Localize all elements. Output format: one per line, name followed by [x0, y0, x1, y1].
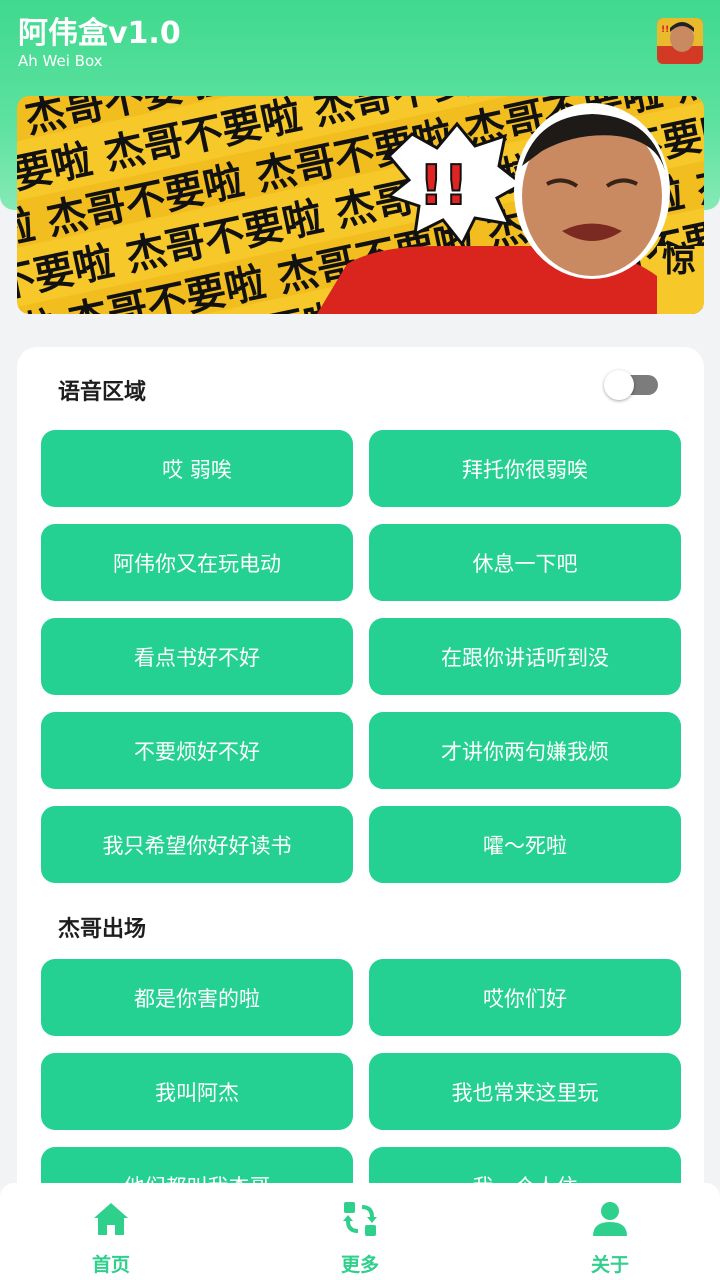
- nav-label: 更多: [340, 1254, 379, 1276]
- voice-button[interactable]: 哎你们好: [369, 959, 681, 1036]
- voice-button[interactable]: 看点书好不好: [41, 618, 353, 695]
- nav-more[interactable]: 更多: [300, 1183, 420, 1280]
- voice-button[interactable]: 嚯～死啦: [369, 806, 681, 883]
- voice-button[interactable]: 休息一下吧: [369, 524, 681, 601]
- nav-label: 首页: [91, 1254, 130, 1276]
- voice-button[interactable]: 阿伟你又在玩电动: [41, 524, 353, 601]
- home-icon: [94, 1203, 128, 1235]
- voice-button[interactable]: 在跟你讲话听到没: [369, 618, 681, 695]
- banner-exclaim: !!: [419, 154, 468, 217]
- voice-button[interactable]: 不要烦好不好: [41, 712, 353, 789]
- nav-home[interactable]: 首页: [51, 1183, 171, 1280]
- svg-text:!!: !!: [661, 25, 669, 35]
- voice-button[interactable]: 都是你害的啦: [41, 959, 353, 1036]
- app-subtitle: Ah Wei Box: [18, 52, 103, 70]
- bottom-nav: 首页 更多 关于: [0, 1183, 720, 1280]
- nav-about[interactable]: 关于: [550, 1183, 670, 1280]
- voice-button[interactable]: 我只希望你好好读书: [41, 806, 353, 883]
- banner-image: 杰哥不要啦 杰哥不要啦 杰哥不要啦 杰哥不要啦 杰哥不要啦 杰哥不要啦 杰哥不要…: [17, 96, 704, 314]
- avatar[interactable]: !!: [657, 18, 703, 64]
- section-title-jiege: 杰哥出场: [58, 917, 147, 942]
- voice-button[interactable]: 拜托你很弱唉: [369, 430, 681, 507]
- banner-side-text: 惊: [662, 240, 696, 280]
- voice-button[interactable]: 我叫阿杰: [41, 1053, 353, 1130]
- voice-toggle[interactable]: [604, 370, 658, 400]
- nav-label: 关于: [590, 1254, 629, 1276]
- voice-button[interactable]: 才讲你两句嫌我烦: [369, 712, 681, 789]
- voice-button[interactable]: 哎 弱唉: [41, 430, 353, 507]
- user-icon: [593, 1202, 627, 1236]
- voice-button[interactable]: 我也常来这里玩: [369, 1053, 681, 1130]
- app-title: 阿伟盒v1.0: [18, 16, 181, 51]
- refresh-grid-icon: [343, 1202, 377, 1236]
- toggle-knob: [604, 370, 634, 400]
- section-title-voice: 语音区域: [58, 380, 147, 405]
